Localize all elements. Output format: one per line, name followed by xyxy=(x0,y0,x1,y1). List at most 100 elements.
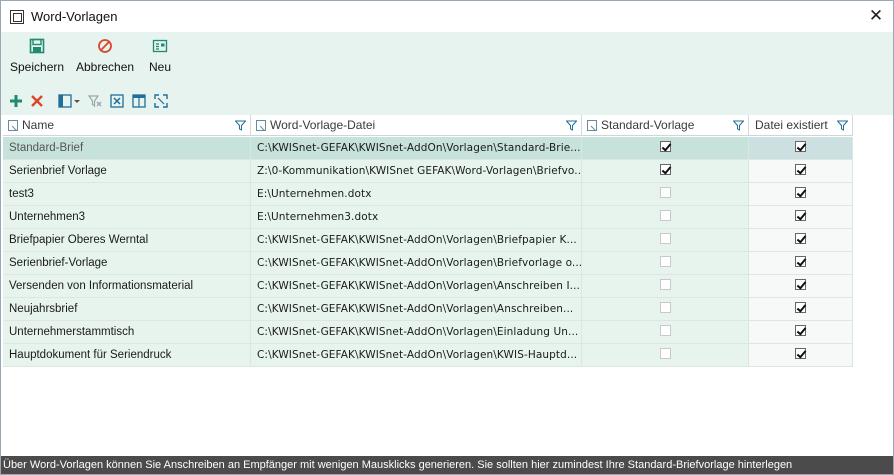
table-row[interactable]: Hauptdokument für Seriendruck C:\KWISnet… xyxy=(3,344,853,367)
column-label: Datei existiert xyxy=(755,118,828,132)
filter-icon[interactable] xyxy=(733,120,744,131)
column-label: Word-Vorlage-Datei xyxy=(270,118,376,132)
cell-name[interactable]: Unternehmen3 xyxy=(3,206,251,229)
exists-checkbox[interactable] xyxy=(795,302,806,314)
table-row[interactable]: Serienbrief Vorlage Z:\0-Kommunikation\K… xyxy=(3,160,853,183)
column-filter-edit-icon xyxy=(256,120,266,131)
filter-icon[interactable] xyxy=(566,120,577,131)
exists-checkbox[interactable] xyxy=(795,187,806,199)
table-row[interactable]: Unternehmerstammtisch C:\KWISnet-GEFAK\K… xyxy=(3,321,853,344)
table-row[interactable]: Serienbrief-Vorlage C:\KWISnet-GEFAK\KWI… xyxy=(3,252,853,275)
cell-exists xyxy=(749,321,853,344)
column-label: Standard-Vorlage xyxy=(601,118,695,132)
cell-name[interactable]: test3 xyxy=(3,183,251,206)
clear-filter-icon[interactable] xyxy=(87,93,103,109)
cell-file[interactable]: E:\Unternehmen3.dotx xyxy=(251,206,582,229)
cell-exists xyxy=(749,229,853,252)
exists-checkbox[interactable] xyxy=(795,279,806,291)
window-icon xyxy=(10,10,24,24)
cell-file[interactable]: C:\KWISnet-GEFAK\KWISnet-AddOn\Vorlagen\… xyxy=(251,344,582,367)
standard-checkbox[interactable] xyxy=(659,233,671,245)
cell-standard xyxy=(582,206,749,229)
cell-name[interactable]: Serienbrief Vorlage xyxy=(3,160,251,183)
add-row-icon[interactable] xyxy=(8,93,24,109)
new-button[interactable]: Neu xyxy=(149,38,171,74)
cell-file[interactable]: C:\KWISnet-GEFAK\KWISnet-AddOn\Vorlagen\… xyxy=(251,275,582,298)
exists-checkbox[interactable] xyxy=(795,210,806,222)
exists-checkbox[interactable] xyxy=(795,325,806,337)
table-row[interactable]: Versenden von Informationsmaterial C:\KW… xyxy=(3,275,853,298)
standard-checkbox[interactable] xyxy=(659,210,671,222)
cell-file[interactable]: C:\KWISnet-GEFAK\KWISnet-AddOn\Vorlagen\… xyxy=(251,252,582,275)
grid-toolbar xyxy=(1,91,301,113)
standard-checkbox[interactable] xyxy=(659,348,671,360)
standard-checkbox[interactable] xyxy=(659,302,671,314)
cancel-icon xyxy=(98,39,112,53)
close-button[interactable]: ✕ xyxy=(865,5,887,27)
table-row[interactable]: test3 E:\Unternehmen.dotx xyxy=(3,183,853,206)
chevron-down-icon[interactable] xyxy=(73,93,81,109)
exists-checkbox[interactable] xyxy=(795,256,806,268)
table-row[interactable]: Unternehmen3 E:\Unternehmen3.dotx xyxy=(3,206,853,229)
cell-name[interactable]: Hauptdokument für Seriendruck xyxy=(3,344,251,367)
standard-checkbox[interactable] xyxy=(659,279,671,291)
cell-standard xyxy=(582,252,749,275)
cell-exists xyxy=(749,183,853,206)
column-header-name[interactable]: Name xyxy=(3,115,251,136)
save-button[interactable]: Speichern xyxy=(10,38,64,74)
standard-checkbox[interactable] xyxy=(659,164,671,176)
cancel-label: Abbrechen xyxy=(76,60,135,74)
cell-file[interactable]: E:\Unternehmen.dotx xyxy=(251,183,582,206)
cell-standard xyxy=(582,183,749,206)
cell-standard xyxy=(582,298,749,321)
cell-name[interactable]: Neujahrsbrief xyxy=(3,298,251,321)
exists-checkbox[interactable] xyxy=(795,141,806,153)
cell-standard xyxy=(582,344,749,367)
title-bar: Word-Vorlagen ✕ xyxy=(1,1,893,32)
cell-name[interactable]: Standard-Brief xyxy=(3,137,251,160)
cell-exists xyxy=(749,252,853,275)
column-header-standard[interactable]: Standard-Vorlage xyxy=(582,115,749,136)
table-row[interactable]: Neujahrsbrief C:\KWISnet-GEFAK\KWISnet-A… xyxy=(3,298,853,321)
cell-name[interactable]: Unternehmerstammtisch xyxy=(3,321,251,344)
standard-checkbox[interactable] xyxy=(659,256,671,268)
new-label: Neu xyxy=(149,60,172,74)
standard-checkbox[interactable] xyxy=(659,141,671,153)
cell-exists xyxy=(749,160,853,183)
standard-checkbox[interactable] xyxy=(659,187,671,199)
cell-name[interactable]: Serienbrief-Vorlage xyxy=(3,252,251,275)
cell-file[interactable]: C:\KWISnet-GEFAK\KWISnet-AddOn\Vorlagen\… xyxy=(251,137,582,160)
cell-name[interactable]: Versenden von Informationsmaterial xyxy=(3,275,251,298)
cell-file[interactable]: C:\KWISnet-GEFAK\KWISnet-AddOn\Vorlagen\… xyxy=(251,321,582,344)
cell-file[interactable]: Z:\0-Kommunikation\KWISnet GEFAK\Word-Vo… xyxy=(251,160,582,183)
column-header-file[interactable]: Word-Vorlage-Datei xyxy=(251,115,582,136)
fit-columns-icon[interactable] xyxy=(153,93,169,109)
status-bar: Über Word-Vorlagen können Sie Anschreibe… xyxy=(1,456,893,474)
new-icon xyxy=(152,39,168,53)
cell-exists xyxy=(749,298,853,321)
cell-file[interactable]: C:\KWISnet-GEFAK\KWISnet-AddOn\Vorlagen\… xyxy=(251,298,582,321)
table-row[interactable]: Standard-Brief C:\KWISnet-GEFAK\KWISnet-… xyxy=(3,137,853,160)
column-header-exists[interactable]: Datei existiert xyxy=(749,115,853,136)
exists-checkbox[interactable] xyxy=(795,348,806,360)
cell-standard xyxy=(582,321,749,344)
column-label: Name xyxy=(22,118,55,132)
exists-checkbox[interactable] xyxy=(795,164,806,176)
filter-icon[interactable] xyxy=(235,120,246,131)
filter-icon[interactable] xyxy=(837,120,848,131)
cancel-button[interactable]: Abbrechen xyxy=(76,38,134,74)
save-label: Speichern xyxy=(10,60,65,74)
grid-header: Name Word-Vorlage-Datei Standard-Vorlage… xyxy=(3,115,853,136)
cell-exists xyxy=(749,206,853,229)
columns-icon[interactable] xyxy=(57,93,73,109)
cell-standard xyxy=(582,137,749,160)
cell-name[interactable]: Briefpapier Oberes Werntal xyxy=(3,229,251,252)
standard-checkbox[interactable] xyxy=(659,325,671,337)
export-excel-icon[interactable] xyxy=(109,93,125,109)
save-icon xyxy=(29,38,45,54)
exists-checkbox[interactable] xyxy=(795,233,806,245)
layout-icon[interactable] xyxy=(131,93,147,109)
delete-row-icon[interactable] xyxy=(29,93,45,109)
cell-file[interactable]: C:\KWISnet-GEFAK\KWISnet-AddOn\Vorlagen\… xyxy=(251,229,582,252)
table-row[interactable]: Briefpapier Oberes Werntal C:\KWISnet-GE… xyxy=(3,229,853,252)
